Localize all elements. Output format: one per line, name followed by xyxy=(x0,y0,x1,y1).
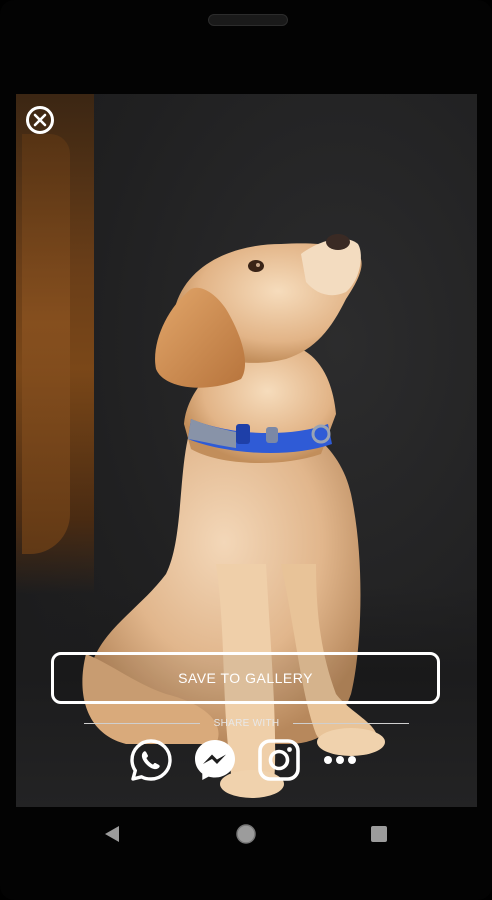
messenger-icon xyxy=(195,740,235,780)
share-targets xyxy=(128,737,368,785)
share-with-label: SHARE WITH xyxy=(213,717,280,729)
close-circle-icon xyxy=(33,113,47,127)
home-circle-icon xyxy=(236,824,256,844)
instagram-icon xyxy=(258,739,300,781)
image-viewer: SAVE TO GALLERY SHARE WITH xyxy=(16,94,477,807)
speaker-grille xyxy=(208,14,288,26)
back-triangle-icon xyxy=(105,826,119,842)
phone-frame: SAVE TO GALLERY SHARE WITH xyxy=(0,0,492,900)
recent-square-icon xyxy=(371,826,387,842)
nav-back-button[interactable] xyxy=(103,824,121,849)
share-whatsapp-button[interactable] xyxy=(128,737,174,783)
share-more-button[interactable] xyxy=(320,737,366,783)
close-button[interactable] xyxy=(26,106,54,134)
more-dots-icon xyxy=(324,756,356,764)
share-instagram-button[interactable] xyxy=(256,737,302,783)
system-nav-bar xyxy=(0,812,492,856)
nav-home-button[interactable] xyxy=(235,823,257,850)
share-messenger-button[interactable] xyxy=(192,737,238,783)
nav-recent-button[interactable] xyxy=(370,825,388,848)
share-divider: SHARE WITH xyxy=(84,715,409,731)
save-to-gallery-label: SAVE TO GALLERY xyxy=(178,670,313,686)
whatsapp-icon xyxy=(130,739,172,781)
save-to-gallery-button[interactable]: SAVE TO GALLERY xyxy=(51,652,440,704)
